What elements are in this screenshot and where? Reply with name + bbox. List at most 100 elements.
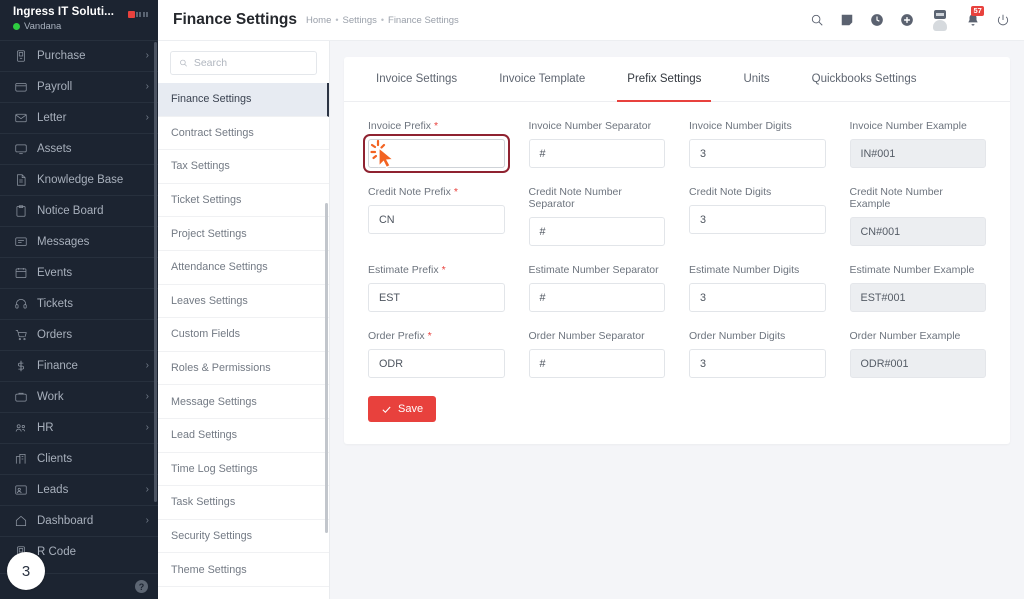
input-wrap-order-number-example: ODR#001	[849, 349, 986, 378]
sidebar-item-work[interactable]: Work ›	[0, 381, 158, 412]
tab-label: Invoice Settings	[376, 73, 458, 85]
note-icon[interactable]	[840, 13, 854, 27]
settings-nav-item-finance-settings[interactable]: Finance Settings	[158, 83, 329, 117]
sidebar-item-dashboard[interactable]: Dashboard ›	[0, 505, 158, 536]
sidebar-item-label: Assets	[37, 143, 72, 155]
field-label: Estimate Prefix *	[368, 264, 505, 276]
tab-prefix-settings[interactable]: Prefix Settings	[617, 57, 712, 102]
clock-icon[interactable]	[870, 13, 884, 27]
settings-nav-item-project-settings[interactable]: Project Settings	[158, 217, 329, 251]
input-wrap-estimate-number-digits: 3	[689, 283, 826, 312]
field-credit-note-prefix: Credit Note Prefix * CN	[368, 186, 505, 246]
company-name: Ingress IT Soluti...	[13, 6, 115, 18]
input-estimate-number-digits[interactable]: 3	[689, 283, 826, 312]
settings-nav-item-leaves-settings[interactable]: Leaves Settings	[158, 285, 329, 319]
purchase-icon	[13, 49, 28, 64]
save-button[interactable]: Save	[368, 396, 437, 422]
sidebar-item-orders[interactable]: Orders	[0, 319, 158, 350]
sidebar-item-clients[interactable]: Clients	[0, 443, 158, 474]
sidebar-item-knowledge-base[interactable]: Knowledge Base	[0, 164, 158, 195]
help-icon[interactable]: ?	[135, 580, 148, 593]
settings-nav-item-time-log-settings[interactable]: Time Log Settings	[158, 453, 329, 487]
sidebar-scrollbar[interactable]	[154, 42, 157, 502]
breadcrumb-separator: •	[335, 15, 339, 25]
input-invoice-number-separator[interactable]: #	[528, 139, 665, 168]
settings-nav-item-attendance-settings[interactable]: Attendance Settings	[158, 251, 329, 285]
sidebar-item-messages[interactable]: Messages	[0, 226, 158, 257]
label-text: Estimate Number Example	[849, 264, 975, 276]
label-text: Credit Note Prefix	[368, 186, 451, 198]
settings-nav-item-lead-settings[interactable]: Lead Settings	[158, 419, 329, 453]
label-text: Estimate Prefix	[368, 264, 439, 276]
settings-search-box[interactable]	[170, 51, 317, 75]
plus-circle-icon[interactable]	[900, 13, 914, 27]
input-wrap-invoice-prefix	[363, 134, 510, 173]
input-estimate-number-separator[interactable]: #	[528, 283, 665, 312]
leads-icon	[13, 483, 28, 498]
label-text: Order Number Digits	[689, 330, 786, 342]
settings-nav-item-task-settings[interactable]: Task Settings	[158, 486, 329, 520]
sidebar-brand[interactable]: Ingress IT Soluti... Vandana	[0, 0, 158, 40]
sidebar-item-events[interactable]: Events	[0, 257, 158, 288]
sidebar-item-label: Tickets	[37, 298, 73, 310]
tab-invoice-template[interactable]: Invoice Template	[489, 57, 595, 102]
logo-mark-icon	[127, 11, 135, 18]
chevron-right-icon: ›	[145, 112, 149, 123]
bell-icon[interactable]: 57	[966, 6, 985, 27]
page-title: Finance Settings	[173, 11, 298, 28]
power-icon[interactable]	[996, 13, 1010, 27]
settings-nav-item-roles-permissions[interactable]: Roles & Permissions	[158, 352, 329, 386]
input-order-prefix[interactable]: ODR	[368, 349, 505, 378]
sidebar-item-label: Payroll	[37, 81, 73, 93]
settings-nav-item-security-settings[interactable]: Security Settings	[158, 520, 329, 554]
settings-nav-item-custom-fields[interactable]: Custom Fields	[158, 318, 329, 352]
label-text: Invoice Number Digits	[689, 120, 792, 132]
tab-invoice-settings[interactable]: Invoice Settings	[366, 57, 467, 102]
sidebar-item-purchase[interactable]: Purchase ›	[0, 40, 158, 71]
settings-nav-item-message-settings[interactable]: Message Settings	[158, 385, 329, 419]
input-invoice-number-digits[interactable]: 3	[689, 139, 826, 168]
sidebar-item-tickets[interactable]: Tickets	[0, 288, 158, 319]
tab-quickbooks-settings[interactable]: Quickbooks Settings	[802, 57, 927, 102]
sidebar-item-payroll[interactable]: Payroll ›	[0, 71, 158, 102]
settings-nav-item-tax-settings[interactable]: Tax Settings	[158, 150, 329, 184]
field-estimate-number-digits: Estimate Number Digits 3	[689, 264, 826, 312]
tab-units[interactable]: Units	[733, 57, 779, 102]
input-order-number-digits[interactable]: 3	[689, 349, 826, 378]
avatar[interactable]	[930, 9, 950, 31]
input-order-number-separator[interactable]: #	[528, 349, 665, 378]
breadcrumb-item[interactable]: Finance Settings	[388, 15, 459, 26]
breadcrumb-item[interactable]: Home	[306, 15, 331, 26]
settings-search-wrap	[158, 41, 329, 83]
input-wrap-credit-note-digits: 3	[689, 205, 826, 234]
sidebar-item-label: Finance	[37, 360, 78, 372]
sidebar-nav: Purchase › Payroll › Letter › Assets Knowledge …	[0, 40, 158, 573]
input-credit-note-number-separator[interactable]: #	[528, 217, 665, 246]
form-row: Credit Note Prefix * CN Credit Note Number …	[368, 186, 986, 246]
input-credit-note-prefix[interactable]: CN	[368, 205, 505, 234]
main-content: Invoice Settings Invoice Template Prefix S…	[330, 41, 1024, 599]
sidebar-item-leads[interactable]: Leads ›	[0, 474, 158, 505]
settings-search-input[interactable]	[193, 57, 308, 69]
user-name: Vandana	[24, 21, 62, 32]
field-label: Invoice Number Example	[850, 120, 987, 132]
sidebar-item-label: HR	[37, 422, 54, 434]
input-estimate-prefix[interactable]: EST	[368, 283, 505, 312]
field-invoice-number-example: Invoice Number Example IN#001	[849, 120, 987, 168]
sidebar-item-notice-board[interactable]: Notice Board	[0, 195, 158, 226]
settings-nav-item-ticket-settings[interactable]: Ticket Settings	[158, 184, 329, 218]
settings-nav-item-theme-settings[interactable]: Theme Settings	[158, 553, 329, 587]
search-icon[interactable]	[810, 13, 824, 27]
input-order-number-example: ODR#001	[849, 349, 986, 378]
input-invoice-prefix[interactable]	[368, 139, 505, 168]
wallet-icon	[13, 80, 28, 95]
sidebar-item-letter[interactable]: Letter ›	[0, 102, 158, 133]
input-wrap-estimate-prefix: EST	[368, 283, 505, 312]
sidebar-item-finance[interactable]: Finance ›	[0, 350, 158, 381]
settings-nav-item-contract-settings[interactable]: Contract Settings	[158, 117, 329, 151]
sidebar-item-assets[interactable]: Assets	[0, 133, 158, 164]
sidebar-item-hr[interactable]: HR ›	[0, 412, 158, 443]
breadcrumb-item[interactable]: Settings	[343, 15, 377, 26]
input-credit-note-digits[interactable]: 3	[689, 205, 826, 234]
settings-nav-scrollbar[interactable]	[325, 203, 328, 533]
